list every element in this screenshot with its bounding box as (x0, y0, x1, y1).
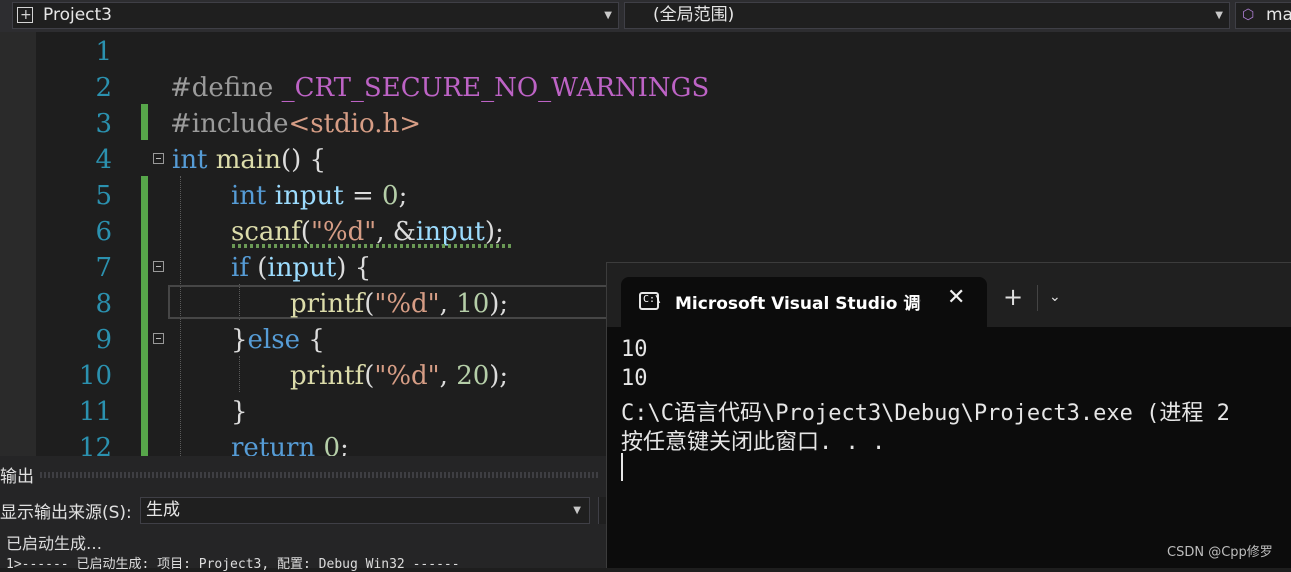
line-number: 7 (95, 253, 112, 283)
line-number: 5 (95, 181, 112, 211)
member-dropdown[interactable]: ⬡ ma (1235, 2, 1291, 29)
panel-grip[interactable] (40, 472, 600, 478)
code-line: 2 #define _CRT_SECURE_NO_WARNINGS (0, 70, 1291, 106)
terminal-tab-title: Microsoft Visual Studio 调试控制台 (675, 294, 921, 314)
line-number: 10 (78, 361, 112, 391)
line-number: 1 (95, 37, 112, 67)
console-line: 按任意键关闭此窗口. . . (621, 430, 886, 455)
project-icon (17, 3, 33, 28)
code-line: 3 #include<stdio.h> (0, 106, 1291, 142)
console-line: 10 (621, 366, 648, 391)
terminal-tab[interactable]: C:\ Microsoft Visual Studio 调试控制台 ✕ (621, 277, 987, 327)
output-source-label: 显示输出来源(S): (0, 503, 132, 523)
console-line: C:\C语言代码\Project3\Debug\Project3.exe (进程… (621, 401, 1230, 426)
cube-icon: ⬡ (1242, 7, 1255, 23)
code-line: 4 int main() { (0, 142, 1291, 178)
code-line: 5 int input = 0; (0, 178, 1291, 214)
divider (1037, 285, 1038, 311)
terminal-tab-bar: C:\ Microsoft Visual Studio 调试控制台 ✕ + ⌄ (607, 263, 1291, 327)
line-number: 12 (78, 433, 112, 456)
member-label: ma (1266, 5, 1291, 25)
console-line: 10 (621, 337, 648, 362)
scope-dropdown[interactable]: (全局范围) ▼ (624, 2, 1230, 29)
watermark: CSDN @Cpp修罗 (1167, 545, 1273, 560)
debug-console-window[interactable]: C:\ Microsoft Visual Studio 调试控制台 ✕ + ⌄ … (606, 262, 1291, 568)
scope-label: (全局范围) (653, 5, 735, 25)
output-panel: 输出 显示输出来源(S): 生成 ▼ 已启动生成… 1>------ 已启动生成… (0, 456, 607, 572)
line-number: 8 (95, 289, 112, 319)
line-number: 6 (95, 217, 112, 247)
close-icon[interactable]: ✕ (947, 285, 965, 310)
line-number: 11 (78, 397, 112, 427)
line-number: 9 (95, 325, 112, 355)
output-title: 输出 (0, 467, 34, 487)
chevron-down-icon: ▼ (1215, 10, 1223, 21)
line-number: 3 (95, 109, 112, 139)
text-cursor (621, 453, 623, 481)
chevron-down-icon: ▼ (604, 10, 612, 21)
output-source-value: 生成 (146, 500, 180, 520)
code-line: 1 (0, 34, 1291, 70)
warning-squiggle (232, 244, 514, 248)
project-dropdown[interactable]: Project3 ▼ (12, 2, 619, 29)
output-line: 1>------ 已启动生成: 项目: Project3, 配置: Debug … (6, 557, 460, 572)
chevron-down-icon[interactable]: ⌄ (1049, 289, 1061, 305)
terminal-icon: C:\ (639, 292, 661, 310)
navigation-bar: Project3 ▼ (全局范围) ▼ ⬡ ma (0, 0, 1291, 32)
line-number: 2 (95, 73, 112, 103)
project-label: Project3 (43, 5, 112, 25)
new-tab-plus-icon[interactable]: + (1003, 285, 1023, 309)
output-line: 已启动生成… (6, 534, 103, 553)
code-line: 6 scanf("%d", &input); (0, 214, 1291, 250)
line-number: 4 (95, 145, 112, 175)
output-source-select[interactable]: 生成 ▼ (140, 497, 590, 524)
chevron-down-icon: ▼ (573, 505, 581, 516)
